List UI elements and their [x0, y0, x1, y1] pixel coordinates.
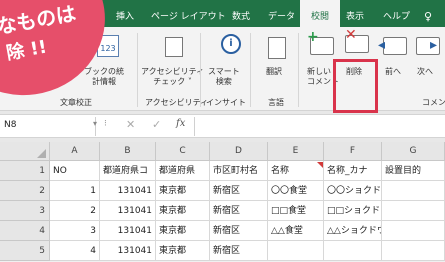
column-header[interactable]: C — [156, 142, 210, 161]
cell[interactable]: □□食堂 — [268, 201, 324, 221]
cell[interactable]: 東京都 — [156, 181, 210, 201]
translate-button[interactable]: 翻訳 — [266, 67, 282, 77]
cell[interactable]: 都道府県 — [156, 161, 210, 181]
cell[interactable]: 131041 — [100, 181, 156, 201]
cell[interactable]: 4 — [50, 241, 100, 261]
column-header[interactable]: B — [100, 142, 156, 161]
cell[interactable]: △△食堂 — [268, 221, 324, 241]
arrow-right-icon: ▸ — [430, 37, 438, 53]
check-accessibility-button[interactable]: アクセシビリティ チェック ˅ — [141, 67, 204, 87]
cell[interactable]: 新宿区 — [210, 241, 268, 261]
cell[interactable]: NO — [50, 161, 100, 181]
cell[interactable]: 名称_カナ — [324, 161, 382, 181]
smart-lookup-button[interactable]: スマート 検索 — [208, 67, 240, 87]
cell[interactable]: 東京都 — [156, 241, 210, 261]
cell[interactable] — [382, 201, 445, 221]
group-language: 言語 — [268, 98, 284, 107]
cell[interactable]: 131041 — [100, 241, 156, 261]
formula-input[interactable] — [194, 117, 445, 136]
column-header[interactable]: F — [324, 142, 382, 161]
cell[interactable] — [382, 181, 445, 201]
cell[interactable]: 3 — [50, 221, 100, 241]
cell[interactable]: □□ショクドウ — [324, 201, 382, 221]
cell[interactable]: 都道府県コ — [100, 161, 156, 181]
cell[interactable]: 新宿区 — [210, 221, 268, 241]
tab-insert[interactable]: 挿入 — [116, 0, 134, 27]
tab-data[interactable]: データ — [268, 0, 295, 27]
group-comments: コメント — [422, 98, 445, 107]
cell[interactable]: △△ショクドウ — [324, 221, 382, 241]
column-header[interactable]: D — [210, 142, 268, 161]
cell[interactable] — [382, 221, 445, 241]
cell[interactable]: 設置目的 — [382, 161, 445, 181]
row-header[interactable]: 5 — [0, 241, 50, 261]
cell[interactable]: 〇〇食堂 — [268, 181, 324, 201]
cell[interactable]: 新宿区 — [210, 201, 268, 221]
tab-formulas[interactable]: 数式 — [232, 0, 250, 27]
group-proofing: 文章校正 — [60, 98, 92, 107]
next-comment-button[interactable]: 次へ — [417, 67, 433, 77]
tab-page-layout[interactable]: ページ レイアウト — [151, 0, 226, 27]
insert-function-icon[interactable]: fx — [176, 118, 185, 129]
row-header[interactable]: 3 — [0, 201, 50, 221]
column-header[interactable]: A — [50, 142, 100, 161]
smart-lookup-icon: i — [221, 34, 241, 54]
cell[interactable]: 東京都 — [156, 201, 210, 221]
chevron-down-icon[interactable]: ▾ — [93, 119, 97, 128]
lightbulb-icon[interactable]: ♀ — [424, 0, 432, 27]
select-all-corner[interactable] — [0, 142, 50, 161]
cell[interactable] — [268, 241, 324, 261]
comment-indicator-icon — [317, 162, 323, 168]
cell[interactable]: 131041 — [100, 221, 156, 241]
group-insights: インサイト — [206, 98, 246, 107]
tab-view[interactable]: 表示 — [346, 0, 364, 27]
previous-comment-button[interactable]: 前へ — [385, 67, 401, 77]
cell[interactable] — [382, 241, 445, 261]
previous-comment-icon — [383, 37, 407, 55]
plus-icon: + — [307, 29, 319, 45]
column-header[interactable]: G — [382, 142, 445, 161]
delete-button-highlight — [333, 59, 378, 113]
close-icon: ✕ — [345, 27, 357, 43]
cell[interactable]: 2 — [50, 201, 100, 221]
name-box[interactable]: N8 ▾ — [0, 117, 97, 136]
row-header[interactable]: 1 — [0, 161, 50, 181]
arrow-left-icon: ◂ — [378, 37, 386, 53]
cell[interactable]: 新宿区 — [210, 181, 268, 201]
cell[interactable]: 1 — [50, 181, 100, 201]
workbook-statistics-button[interactable]: ブックの統 計情報 — [84, 67, 124, 87]
cell[interactable]: 名称 — [268, 161, 324, 181]
accessibility-icon — [165, 37, 183, 57]
row-header[interactable]: 4 — [0, 221, 50, 241]
enter-icon[interactable]: ✓ — [152, 118, 161, 131]
grip-icon: ⁝ — [104, 119, 107, 129]
translate-icon — [268, 37, 286, 59]
cell[interactable]: 131041 — [100, 201, 156, 221]
tab-review[interactable]: 校閲 — [300, 0, 340, 27]
row-header[interactable]: 2 — [0, 181, 50, 201]
cell[interactable]: 〇〇ショクドウ — [324, 181, 382, 201]
column-header[interactable]: E — [268, 142, 324, 161]
cell[interactable] — [324, 241, 382, 261]
cancel-icon[interactable]: ✕ — [126, 118, 135, 131]
formula-bar: N8 ▾ ⁝ ✕ ✓ fx — [0, 114, 445, 138]
tab-help[interactable]: ヘルプ — [383, 0, 410, 27]
group-accessibility: アクセシビリティ — [145, 98, 209, 107]
spreadsheet-grid: A B C D E F G 1 NO 都道府県コ 都道府県 市区町村名 名称 名称_カナ 設置… — [0, 142, 445, 262]
cell[interactable]: 市区町村名 — [210, 161, 268, 181]
cell[interactable]: 東京都 — [156, 221, 210, 241]
